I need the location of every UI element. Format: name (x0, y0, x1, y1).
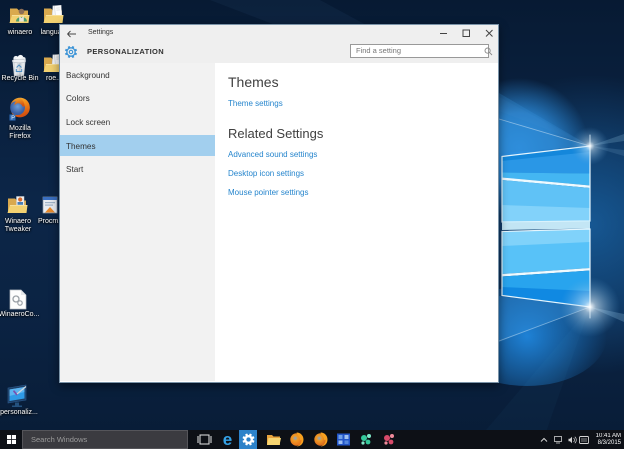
svg-text:P: P (11, 116, 15, 122)
